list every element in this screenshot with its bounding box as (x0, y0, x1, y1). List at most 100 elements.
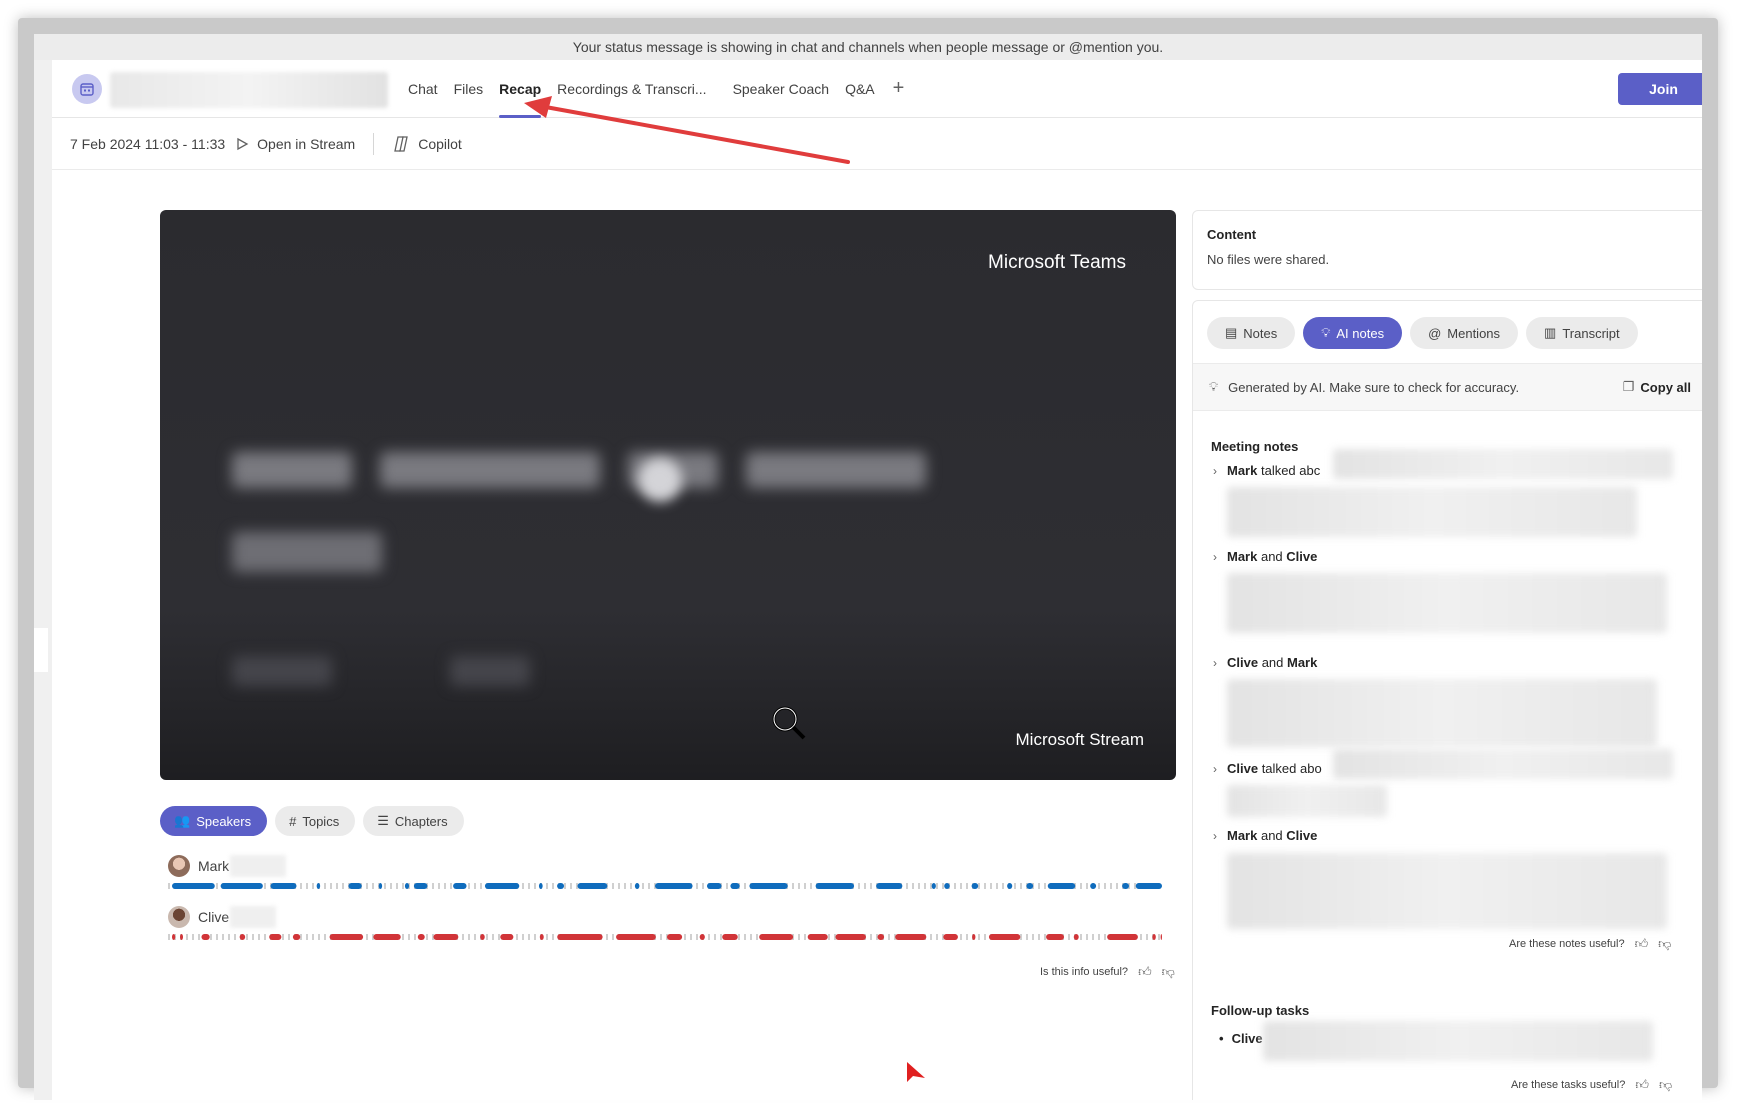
speech-segment[interactable] (807, 934, 828, 940)
speech-segment[interactable] (577, 883, 608, 889)
speech-segment[interactable] (413, 883, 428, 889)
speech-segment[interactable] (500, 934, 514, 940)
copy-all-button[interactable]: ❐ Copy all (1623, 379, 1691, 395)
speech-segment[interactable] (749, 883, 788, 889)
copilot-icon (394, 135, 409, 152)
tab-recordings-transcripts[interactable]: Recordings & Transcri... (549, 60, 714, 118)
speech-segment[interactable] (433, 934, 459, 940)
speech-segment[interactable] (972, 934, 976, 940)
speaker-timeline-clive[interactable] (168, 932, 1168, 942)
speech-segment[interactable] (239, 934, 246, 940)
note-item[interactable]: › Clive and Mark (1213, 655, 1317, 670)
speech-segment[interactable] (179, 934, 184, 940)
speech-segment[interactable] (172, 934, 176, 940)
tab-qa[interactable]: Q&A (837, 60, 883, 118)
tab-ai-notes[interactable]: 💡︎ AI notes (1303, 317, 1403, 349)
thumbs-up-icon[interactable]: 👍︎ (1635, 936, 1649, 952)
speech-segment[interactable] (316, 883, 321, 889)
speech-segment[interactable] (1122, 883, 1130, 889)
speech-segment[interactable] (373, 934, 401, 940)
speech-segment[interactable] (1046, 934, 1065, 940)
speech-segment[interactable] (484, 883, 520, 889)
speech-segment[interactable] (378, 883, 383, 889)
speech-segment[interactable] (1107, 934, 1138, 940)
note-item[interactable]: › Mark and Clive (1213, 549, 1317, 564)
chevron-right-icon: › (1213, 464, 1217, 478)
speaker-row-clive[interactable]: Clive (168, 906, 1168, 946)
speech-segment[interactable] (270, 883, 297, 889)
follow-up-task: • Clive (1219, 1031, 1263, 1046)
speech-segment[interactable] (655, 883, 693, 889)
speech-segment[interactable] (1160, 934, 1162, 940)
speech-segment[interactable] (292, 934, 301, 940)
plus-icon[interactable]: + (883, 60, 915, 118)
open-in-stream-link[interactable]: Open in Stream (235, 136, 355, 152)
speech-segment[interactable] (895, 934, 927, 940)
speech-segment[interactable] (269, 934, 282, 940)
speech-segment[interactable] (876, 883, 903, 889)
speech-segment[interactable] (348, 883, 362, 889)
thumbs-up-icon[interactable]: 👍︎ (1138, 964, 1152, 980)
speech-segment[interactable] (944, 883, 950, 889)
copilot-button[interactable]: Copilot (392, 135, 462, 153)
thumbs-down-icon[interactable]: 👎︎ (1162, 964, 1175, 980)
note-item[interactable]: › Mark and Clive (1213, 828, 1317, 843)
speech-segment[interactable] (329, 934, 364, 940)
speech-segment[interactable] (201, 934, 210, 940)
speech-segment[interactable] (557, 934, 603, 940)
tab-files[interactable]: Files (446, 60, 492, 118)
ai-disclaimer-bar: 💡︎ Generated by AI. Make sure to check f… (1193, 363, 1702, 411)
speaker-timeline-mark[interactable] (168, 881, 1168, 891)
speech-segment[interactable] (1047, 883, 1076, 889)
tab-speaker-coach[interactable]: Speaker Coach (725, 60, 838, 118)
tab-topics[interactable]: # Topics (275, 806, 356, 836)
speech-segment[interactable] (730, 883, 740, 889)
speech-segment[interactable] (1026, 883, 1034, 889)
speech-segment[interactable] (453, 883, 467, 889)
speech-segment[interactable] (943, 934, 958, 940)
note-item[interactable]: › Mark talked abc (1213, 463, 1320, 478)
speech-segment[interactable] (539, 934, 544, 940)
speech-segment[interactable] (1090, 883, 1097, 889)
speech-segment[interactable] (480, 934, 485, 940)
speech-segment[interactable] (988, 934, 1021, 940)
speech-segment[interactable] (1073, 934, 1079, 940)
speech-segment[interactable] (667, 934, 683, 940)
speech-segment[interactable] (417, 934, 425, 940)
avatar (168, 855, 190, 877)
speech-segment[interactable] (759, 934, 794, 940)
speech-segment[interactable] (634, 883, 640, 889)
tab-mentions[interactable]: @ Mentions (1410, 317, 1519, 349)
speech-segment[interactable] (220, 883, 263, 889)
speaker-row-mark[interactable]: Mark (168, 855, 1168, 895)
tab-speakers[interactable]: 👥 Speakers (160, 806, 268, 836)
speech-segment[interactable] (538, 883, 543, 889)
join-button[interactable]: Join (1618, 73, 1702, 105)
speech-segment[interactable] (404, 883, 410, 889)
speech-segment[interactable] (971, 883, 979, 889)
mouse-pointer-icon (907, 1062, 925, 1082)
speech-segment[interactable] (1007, 883, 1013, 889)
speech-segment[interactable] (815, 883, 855, 889)
tab-chapters[interactable]: ☰ Chapters (363, 806, 464, 836)
thumbs-down-icon[interactable]: 👎︎ (1658, 936, 1671, 952)
speech-segment[interactable] (557, 883, 565, 889)
tab-chat[interactable]: Chat (400, 60, 446, 118)
recording-video-player[interactable]: Microsoft Teams Microsoft Stream (160, 210, 1176, 780)
speech-segment[interactable] (699, 934, 705, 940)
tab-recap[interactable]: Recap (491, 60, 549, 118)
speech-segment[interactable] (1152, 934, 1156, 940)
speech-segment[interactable] (877, 934, 885, 940)
speech-segment[interactable] (616, 934, 656, 940)
speech-segment[interactable] (835, 934, 866, 940)
speech-segment[interactable] (931, 883, 936, 889)
note-item[interactable]: › Clive talked abo (1213, 761, 1322, 776)
tab-notes[interactable]: ▤ Notes (1207, 317, 1296, 349)
thumbs-up-icon[interactable]: 👍︎ (1635, 1077, 1649, 1093)
tab-transcript[interactable]: ▥ Transcript (1526, 317, 1638, 349)
thumbs-down-icon[interactable]: 👎︎ (1659, 1077, 1672, 1093)
speech-segment[interactable] (1135, 883, 1162, 889)
speech-segment[interactable] (706, 883, 722, 889)
speech-segment[interactable] (722, 934, 738, 940)
speech-segment[interactable] (172, 883, 215, 889)
